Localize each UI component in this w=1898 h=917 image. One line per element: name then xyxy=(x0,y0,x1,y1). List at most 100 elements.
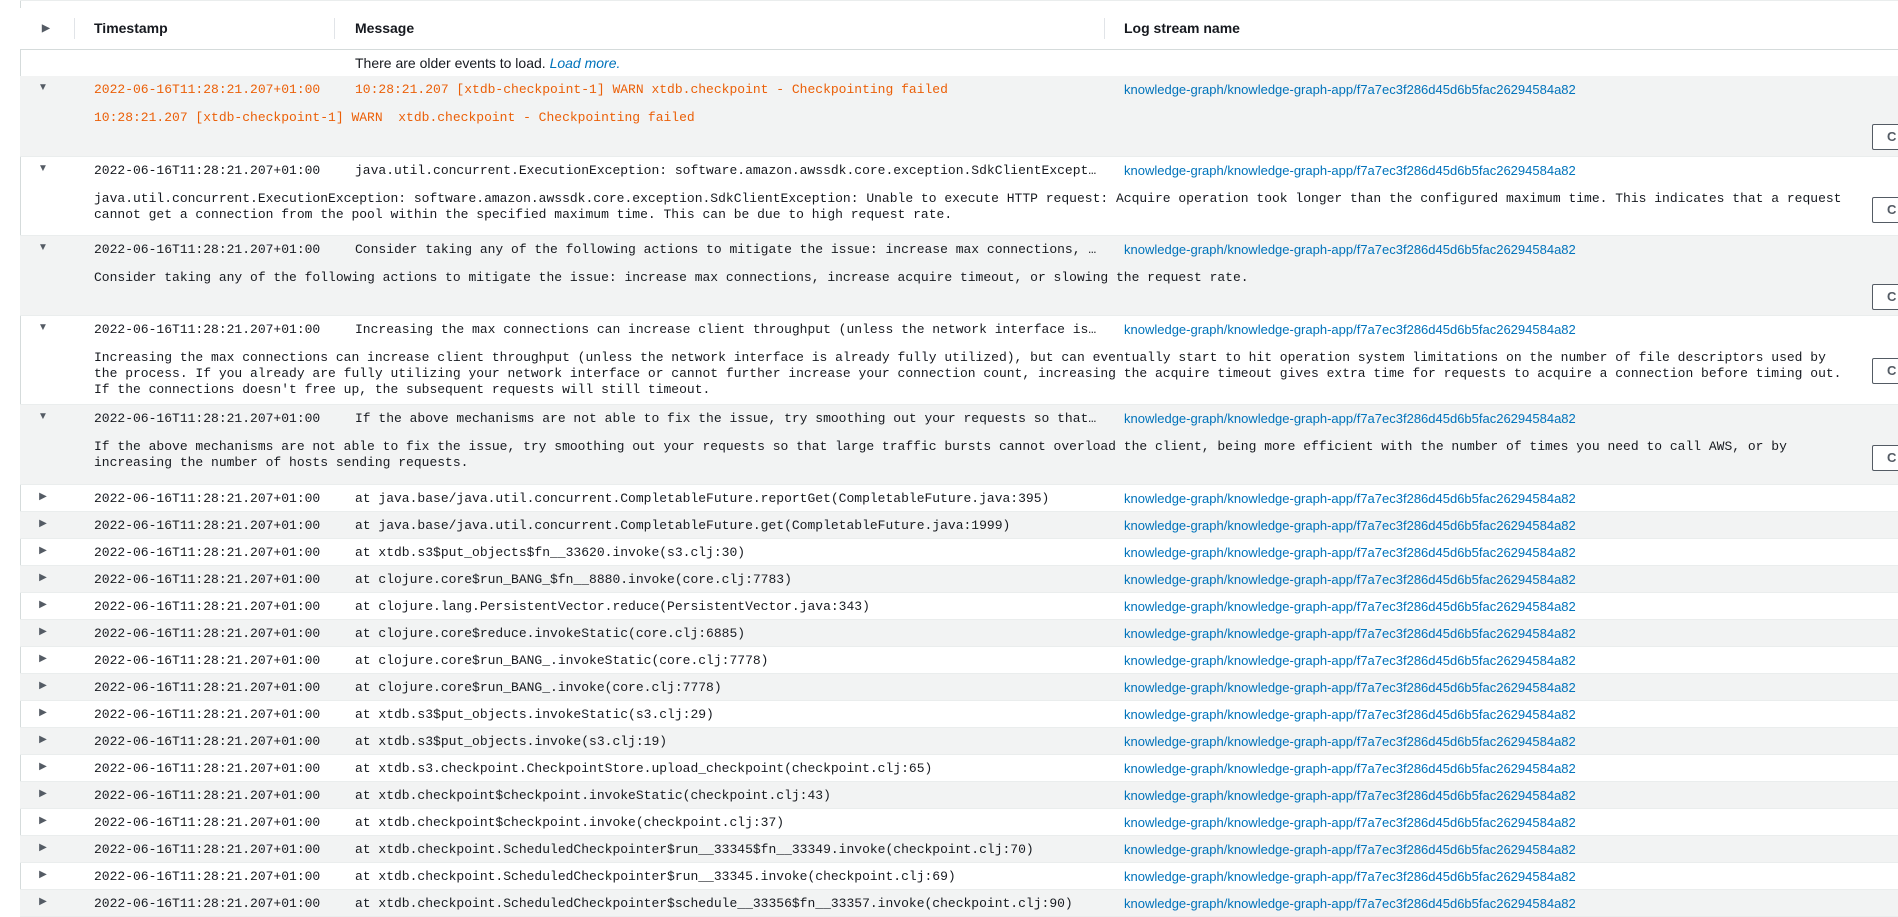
event-timestamp: 2022-06-16T11:28:21.207+01:00 xyxy=(94,599,321,614)
expand-chevron-icon[interactable]: ▶ xyxy=(36,572,50,583)
log-stream-link[interactable]: knowledge-graph/knowledge-graph-app/f7a7… xyxy=(1124,869,1576,884)
event-timestamp: 2022-06-16T11:28:21.207+01:00 xyxy=(94,680,321,695)
log-event-row[interactable]: ▶ 2022-06-16T11:28:21.207+01:00 at xtdb.ch… xyxy=(20,782,1898,809)
column-divider xyxy=(74,18,75,39)
log-stream-link[interactable]: knowledge-graph/knowledge-graph-app/f7a7… xyxy=(1124,707,1576,722)
collapse-chevron-icon[interactable]: ▼ xyxy=(36,82,50,93)
column-header-log-stream[interactable]: Log stream name xyxy=(1124,8,1240,49)
copy-button[interactable]: C xyxy=(1872,358,1898,384)
log-stream-link[interactable]: knowledge-graph/knowledge-graph-app/f7a7… xyxy=(1124,626,1576,641)
event-message: at clojure.lang.PersistentVector.reduce(… xyxy=(355,599,870,614)
log-event-row[interactable]: ▶ 2022-06-16T11:28:21.207+01:00 at xtdb.ch… xyxy=(20,890,1898,917)
log-event-row[interactable]: ▶ 2022-06-16T11:28:21.207+01:00 at xtdb.s3… xyxy=(20,701,1898,728)
log-event-expanded[interactable]: ▼ 2022-06-16T11:28:21.207+01:00 Consider t… xyxy=(20,236,1898,316)
expand-chevron-icon[interactable]: ▶ xyxy=(36,815,50,826)
event-message: at java.base/java.util.concurrent.Comple… xyxy=(355,491,1050,506)
expand-chevron-icon[interactable]: ▶ xyxy=(36,896,50,907)
expand-chevron-icon[interactable]: ▶ xyxy=(36,761,50,772)
expand-chevron-icon[interactable]: ▶ xyxy=(36,707,50,718)
log-event-row[interactable]: ▶ 2022-06-16T11:28:21.207+01:00 at xtdb.ch… xyxy=(20,809,1898,836)
event-message: at xtdb.checkpoint$checkpoint.invokeStat… xyxy=(355,788,831,803)
expand-chevron-icon[interactable]: ▶ xyxy=(36,545,50,556)
log-event-row[interactable]: ▶ 2022-06-16T11:28:21.207+01:00 at java.ba… xyxy=(20,512,1898,539)
log-event-row[interactable]: ▶ 2022-06-16T11:28:21.207+01:00 at clojure… xyxy=(20,620,1898,647)
log-event-expanded[interactable]: ▼ 2022-06-16T11:28:21.207+01:00 Increasing… xyxy=(20,316,1898,405)
column-header-timestamp[interactable]: Timestamp xyxy=(94,8,168,49)
log-stream-link[interactable]: knowledge-graph/knowledge-graph-app/f7a7… xyxy=(1124,815,1576,830)
log-stream-link[interactable]: knowledge-graph/knowledge-graph-app/f7a7… xyxy=(1124,788,1576,803)
column-header-message[interactable]: Message xyxy=(355,8,414,49)
event-message: 10:28:21.207 [xtdb-checkpoint-1] WARN xt… xyxy=(355,82,948,97)
log-event-row[interactable]: ▶ 2022-06-16T11:28:21.207+01:00 at xtdb.s3… xyxy=(20,755,1898,782)
log-stream-link[interactable]: knowledge-graph/knowledge-graph-app/f7a7… xyxy=(1124,842,1576,857)
load-more-link[interactable]: Load more. xyxy=(550,55,621,71)
event-message: at xtdb.s3.checkpoint.CheckpointStore.up… xyxy=(355,761,933,776)
log-event-expanded[interactable]: ▼ 2022-06-16T11:28:21.207+01:00 If the abo… xyxy=(20,405,1898,485)
log-stream-link[interactable]: knowledge-graph/knowledge-graph-app/f7a7… xyxy=(1124,163,1576,178)
expand-chevron-icon[interactable]: ▶ xyxy=(36,680,50,691)
collapse-chevron-icon[interactable]: ▼ xyxy=(36,411,50,422)
event-message: at xtdb.checkpoint.ScheduledCheckpointer… xyxy=(355,869,956,884)
event-detail-text: If the above mechanisms are not able to … xyxy=(94,439,1795,470)
event-message: at xtdb.checkpoint.ScheduledCheckpointer… xyxy=(355,842,1034,857)
column-divider xyxy=(334,18,335,39)
log-events-table: ▶ Timestamp Message Log stream name Ther… xyxy=(20,8,1898,917)
log-event-row[interactable]: ▶ 2022-06-16T11:28:21.207+01:00 at clojure… xyxy=(20,566,1898,593)
copy-button[interactable]: C xyxy=(1872,124,1898,150)
expand-chevron-icon[interactable]: ▶ xyxy=(36,788,50,799)
log-event-row[interactable]: ▶ 2022-06-16T11:28:21.207+01:00 at clojure… xyxy=(20,593,1898,620)
log-event-row[interactable]: ▶ 2022-06-16T11:28:21.207+01:00 at clojure… xyxy=(20,647,1898,674)
event-timestamp: 2022-06-16T11:28:21.207+01:00 xyxy=(94,545,321,560)
expand-chevron-icon[interactable]: ▶ xyxy=(36,869,50,880)
log-event-row[interactable]: ▶ 2022-06-16T11:28:21.207+01:00 at xtdb.s3… xyxy=(20,539,1898,566)
expand-chevron-icon[interactable]: ▶ xyxy=(36,518,50,529)
event-timestamp: 2022-06-16T11:28:21.207+01:00 xyxy=(94,82,321,97)
event-message: at xtdb.s3$put_objects$fn__33620.invoke(… xyxy=(355,545,746,560)
log-stream-link[interactable]: knowledge-graph/knowledge-graph-app/f7a7… xyxy=(1124,680,1576,695)
log-stream-link[interactable]: knowledge-graph/knowledge-graph-app/f7a7… xyxy=(1124,242,1576,257)
expand-chevron-icon[interactable]: ▶ xyxy=(36,734,50,745)
log-stream-link[interactable]: knowledge-graph/knowledge-graph-app/f7a7… xyxy=(1124,322,1576,337)
log-event-row[interactable]: ▶ 2022-06-16T11:28:21.207+01:00 at java.ba… xyxy=(20,485,1898,512)
event-message: at clojure.core$run_BANG_.invokeStatic(c… xyxy=(355,653,769,668)
log-event-row[interactable]: ▶ 2022-06-16T11:28:21.207+01:00 at xtdb.ch… xyxy=(20,836,1898,863)
log-stream-link[interactable]: knowledge-graph/knowledge-graph-app/f7a7… xyxy=(1124,734,1576,749)
log-stream-link[interactable]: knowledge-graph/knowledge-graph-app/f7a7… xyxy=(1124,545,1576,560)
expand-chevron-icon[interactable]: ▶ xyxy=(36,626,50,637)
log-stream-link[interactable]: knowledge-graph/knowledge-graph-app/f7a7… xyxy=(1124,572,1576,587)
expand-chevron-icon[interactable]: ▶ xyxy=(36,842,50,853)
event-message: at xtdb.checkpoint.ScheduledCheckpointer… xyxy=(355,896,1073,911)
event-timestamp: 2022-06-16T11:28:21.207+01:00 xyxy=(94,896,321,911)
event-timestamp: 2022-06-16T11:28:21.207+01:00 xyxy=(94,842,321,857)
log-stream-link[interactable]: knowledge-graph/knowledge-graph-app/f7a7… xyxy=(1124,653,1576,668)
expand-all-icon[interactable]: ▶ xyxy=(42,8,50,49)
event-message: at clojure.core$reduce.invokeStatic(core… xyxy=(355,626,746,641)
load-more-text: There are older events to load. xyxy=(355,55,546,71)
copy-button[interactable]: C xyxy=(1872,284,1898,310)
expand-chevron-icon[interactable]: ▶ xyxy=(36,491,50,502)
event-timestamp: 2022-06-16T11:28:21.207+01:00 xyxy=(94,411,321,426)
event-timestamp: 2022-06-16T11:28:21.207+01:00 xyxy=(94,653,321,668)
collapse-chevron-icon[interactable]: ▼ xyxy=(36,242,50,253)
expand-chevron-icon[interactable]: ▶ xyxy=(36,599,50,610)
log-stream-link[interactable]: knowledge-graph/knowledge-graph-app/f7a7… xyxy=(1124,761,1576,776)
log-event-expanded[interactable]: ▼ 2022-06-16T11:28:21.207+01:00 java.util.… xyxy=(20,157,1898,236)
copy-button[interactable]: C xyxy=(1872,445,1898,471)
log-stream-link[interactable]: knowledge-graph/knowledge-graph-app/f7a7… xyxy=(1124,599,1576,614)
log-event-row[interactable]: ▶ 2022-06-16T11:28:21.207+01:00 at clojure… xyxy=(20,674,1898,701)
log-event-row[interactable]: ▶ 2022-06-16T11:28:21.207+01:00 at xtdb.s3… xyxy=(20,728,1898,755)
log-stream-link[interactable]: knowledge-graph/knowledge-graph-app/f7a7… xyxy=(1124,896,1576,911)
log-stream-link[interactable]: knowledge-graph/knowledge-graph-app/f7a7… xyxy=(1124,491,1576,506)
log-event-expanded[interactable]: ▼ 2022-06-16T11:28:21.207+01:00 10:28:21.2… xyxy=(20,76,1898,157)
collapse-chevron-icon[interactable]: ▼ xyxy=(36,322,50,333)
copy-button[interactable]: C xyxy=(1872,197,1898,223)
log-stream-link[interactable]: knowledge-graph/knowledge-graph-app/f7a7… xyxy=(1124,411,1576,426)
event-message: at java.base/java.util.concurrent.Comple… xyxy=(355,518,1011,533)
event-message: Increasing the max connections can incre… xyxy=(355,322,1100,337)
log-stream-link[interactable]: knowledge-graph/knowledge-graph-app/f7a7… xyxy=(1124,82,1576,97)
load-more-row: There are older events to load. Load mor… xyxy=(20,50,1898,76)
log-stream-link[interactable]: knowledge-graph/knowledge-graph-app/f7a7… xyxy=(1124,518,1576,533)
log-event-row[interactable]: ▶ 2022-06-16T11:28:21.207+01:00 at xtdb.ch… xyxy=(20,863,1898,890)
collapse-chevron-icon[interactable]: ▼ xyxy=(36,163,50,174)
expand-chevron-icon[interactable]: ▶ xyxy=(36,653,50,664)
